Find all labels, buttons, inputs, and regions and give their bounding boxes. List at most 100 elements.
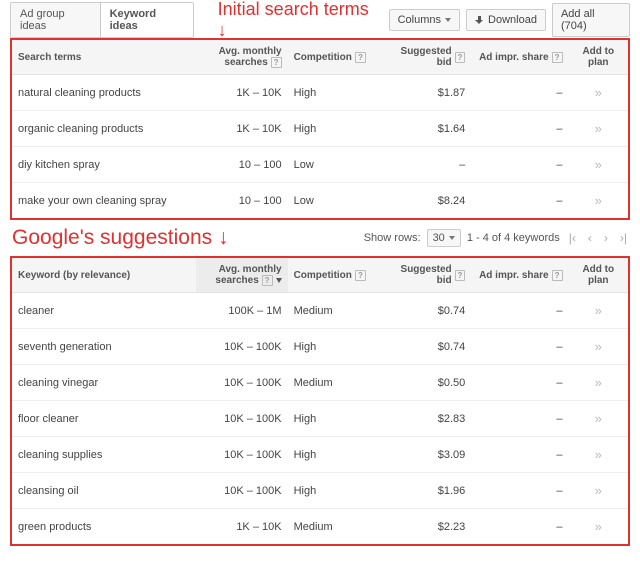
help-icon[interactable]: ? [455, 52, 466, 63]
cell-term: cleaner [12, 293, 196, 329]
cell-competition: High [288, 111, 380, 147]
col-share[interactable]: Ad impr. share? [471, 40, 568, 75]
col-competition[interactable]: Competition? [288, 40, 380, 75]
cell-term: green products [12, 509, 196, 545]
cell-bid: $1.87 [379, 75, 471, 111]
col-bid[interactable]: Suggested bid? [379, 40, 471, 75]
suggestions-table: Keyword (by relevance) Avg. monthlysearc… [12, 258, 628, 544]
tab-keyword-ideas[interactable]: Keyword ideas [101, 3, 193, 37]
help-icon[interactable]: ? [355, 270, 366, 281]
col-add: Add to plan [569, 40, 628, 75]
cell-competition: High [288, 401, 380, 437]
help-icon[interactable]: ? [552, 52, 563, 63]
pager: Show rows: 30 1 - 4 of 4 keywords |‹ ‹ ›… [364, 229, 630, 247]
help-icon[interactable]: ? [355, 52, 366, 63]
chevron-right-icon: » [595, 483, 602, 498]
cell-bid: – [379, 147, 471, 183]
col-share[interactable]: Ad impr. share? [471, 258, 568, 293]
download-label: Download [488, 14, 537, 26]
add-to-plan-button[interactable]: » [569, 473, 628, 509]
columns-button[interactable]: Columns [389, 9, 460, 31]
table-row: diy kitchen spray10 – 100Low––» [12, 147, 628, 183]
cell-bid: $0.74 [379, 293, 471, 329]
cell-volume: 1K – 10K [196, 111, 288, 147]
col-competition[interactable]: Competition? [288, 258, 380, 293]
cell-share: – [471, 509, 568, 545]
add-all-button[interactable]: Add all (704) [552, 3, 630, 37]
cell-competition: Low [288, 183, 380, 219]
chevron-right-icon: » [595, 121, 602, 136]
cell-share: – [471, 437, 568, 473]
cell-bid: $0.50 [379, 365, 471, 401]
cell-bid: $2.23 [379, 509, 471, 545]
pager-range: 1 - 4 of 4 keywords [467, 232, 560, 244]
columns-label: Columns [398, 14, 441, 26]
table-row: make your own cleaning spray10 – 100Low$… [12, 183, 628, 219]
cell-share: – [471, 365, 568, 401]
cell-competition: High [288, 473, 380, 509]
help-icon[interactable]: ? [455, 270, 466, 281]
initial-terms-table: Search terms Avg. monthlysearches ? Comp… [12, 40, 628, 218]
help-icon[interactable]: ? [271, 57, 282, 68]
cell-competition: Medium [288, 509, 380, 545]
col-volume[interactable]: Avg. monthlysearches ? [196, 40, 288, 75]
cell-bid: $1.64 [379, 111, 471, 147]
cell-share: – [471, 401, 568, 437]
col-search-terms[interactable]: Search terms [12, 40, 196, 75]
add-to-plan-button[interactable]: » [569, 401, 628, 437]
annotation-initial-search-terms: Initial search terms ↓ [218, 0, 377, 41]
cell-volume: 10K – 100K [196, 329, 288, 365]
add-to-plan-button[interactable]: » [569, 293, 628, 329]
cell-share: – [471, 75, 568, 111]
add-to-plan-button[interactable]: » [569, 111, 628, 147]
tab-ad-group-ideas[interactable]: Ad group ideas [11, 3, 101, 37]
caret-down-icon [445, 18, 451, 22]
add-to-plan-button[interactable]: » [569, 75, 628, 111]
add-to-plan-button[interactable]: » [569, 329, 628, 365]
sort-desc-icon [276, 278, 282, 283]
cell-competition: High [288, 75, 380, 111]
table-row: cleaning supplies10K – 100KHigh$3.09–» [12, 437, 628, 473]
cell-bid: $1.96 [379, 473, 471, 509]
cell-term: organic cleaning products [12, 111, 196, 147]
cell-volume: 10K – 100K [196, 401, 288, 437]
chevron-right-icon: » [595, 375, 602, 390]
col-keyword[interactable]: Keyword (by relevance) [12, 258, 196, 293]
chevron-right-icon: » [595, 519, 602, 534]
table-row: organic cleaning products1K – 10KHigh$1.… [12, 111, 628, 147]
caret-down-icon [449, 236, 455, 240]
cell-share: – [471, 183, 568, 219]
cell-term: cleaning vinegar [12, 365, 196, 401]
chevron-right-icon: » [595, 193, 602, 208]
add-to-plan-button[interactable]: » [569, 509, 628, 545]
table-row: cleaning vinegar10K – 100KMedium$0.50–» [12, 365, 628, 401]
download-button[interactable]: Download [466, 9, 546, 31]
pager-last[interactable]: ›| [617, 231, 630, 245]
add-to-plan-button[interactable]: » [569, 183, 628, 219]
cell-bid: $8.24 [379, 183, 471, 219]
pager-first[interactable]: |‹ [566, 231, 579, 245]
col-add: Add to plan [569, 258, 628, 293]
initial-search-terms-box: Search terms Avg. monthlysearches ? Comp… [10, 38, 630, 220]
chevron-right-icon: » [595, 157, 602, 172]
add-to-plan-button[interactable]: » [569, 147, 628, 183]
chevron-right-icon: » [595, 339, 602, 354]
pager-prev[interactable]: ‹ [585, 231, 595, 245]
chevron-right-icon: » [595, 303, 602, 318]
chevron-right-icon: » [595, 447, 602, 462]
cell-share: – [471, 329, 568, 365]
ideas-tabs: Ad group ideas Keyword ideas [10, 2, 194, 38]
chevron-right-icon: » [595, 85, 602, 100]
cell-volume: 10K – 100K [196, 365, 288, 401]
col-volume-sorted[interactable]: Avg. monthlysearches ? [196, 258, 288, 293]
help-icon[interactable]: ? [552, 270, 563, 281]
cell-competition: High [288, 329, 380, 365]
pager-next[interactable]: › [601, 231, 611, 245]
table-row: floor cleaner10K – 100KHigh$2.83–» [12, 401, 628, 437]
rows-select[interactable]: 30 [427, 229, 461, 247]
add-to-plan-button[interactable]: » [569, 437, 628, 473]
cell-term: diy kitchen spray [12, 147, 196, 183]
add-to-plan-button[interactable]: » [569, 365, 628, 401]
col-bid[interactable]: Suggested bid? [379, 258, 471, 293]
help-icon[interactable]: ? [262, 275, 273, 286]
